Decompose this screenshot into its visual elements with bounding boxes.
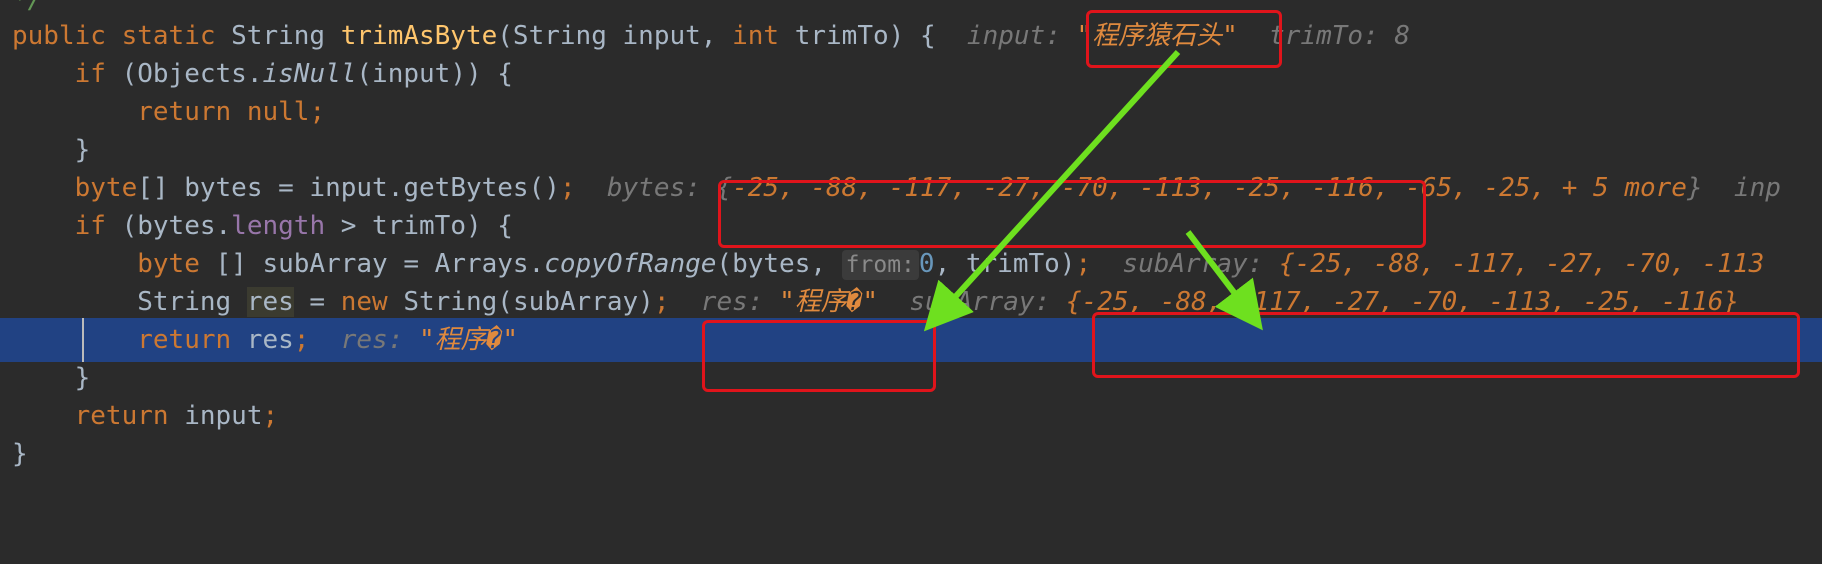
arrow-input-to-res <box>923 49 1181 332</box>
annotation-arrows <box>923 49 1263 332</box>
code-editor[interactable]: */ public static String trimAsByte(Strin… <box>0 0 1822 548</box>
arrow-bytes-to-subarray <box>1185 230 1263 331</box>
